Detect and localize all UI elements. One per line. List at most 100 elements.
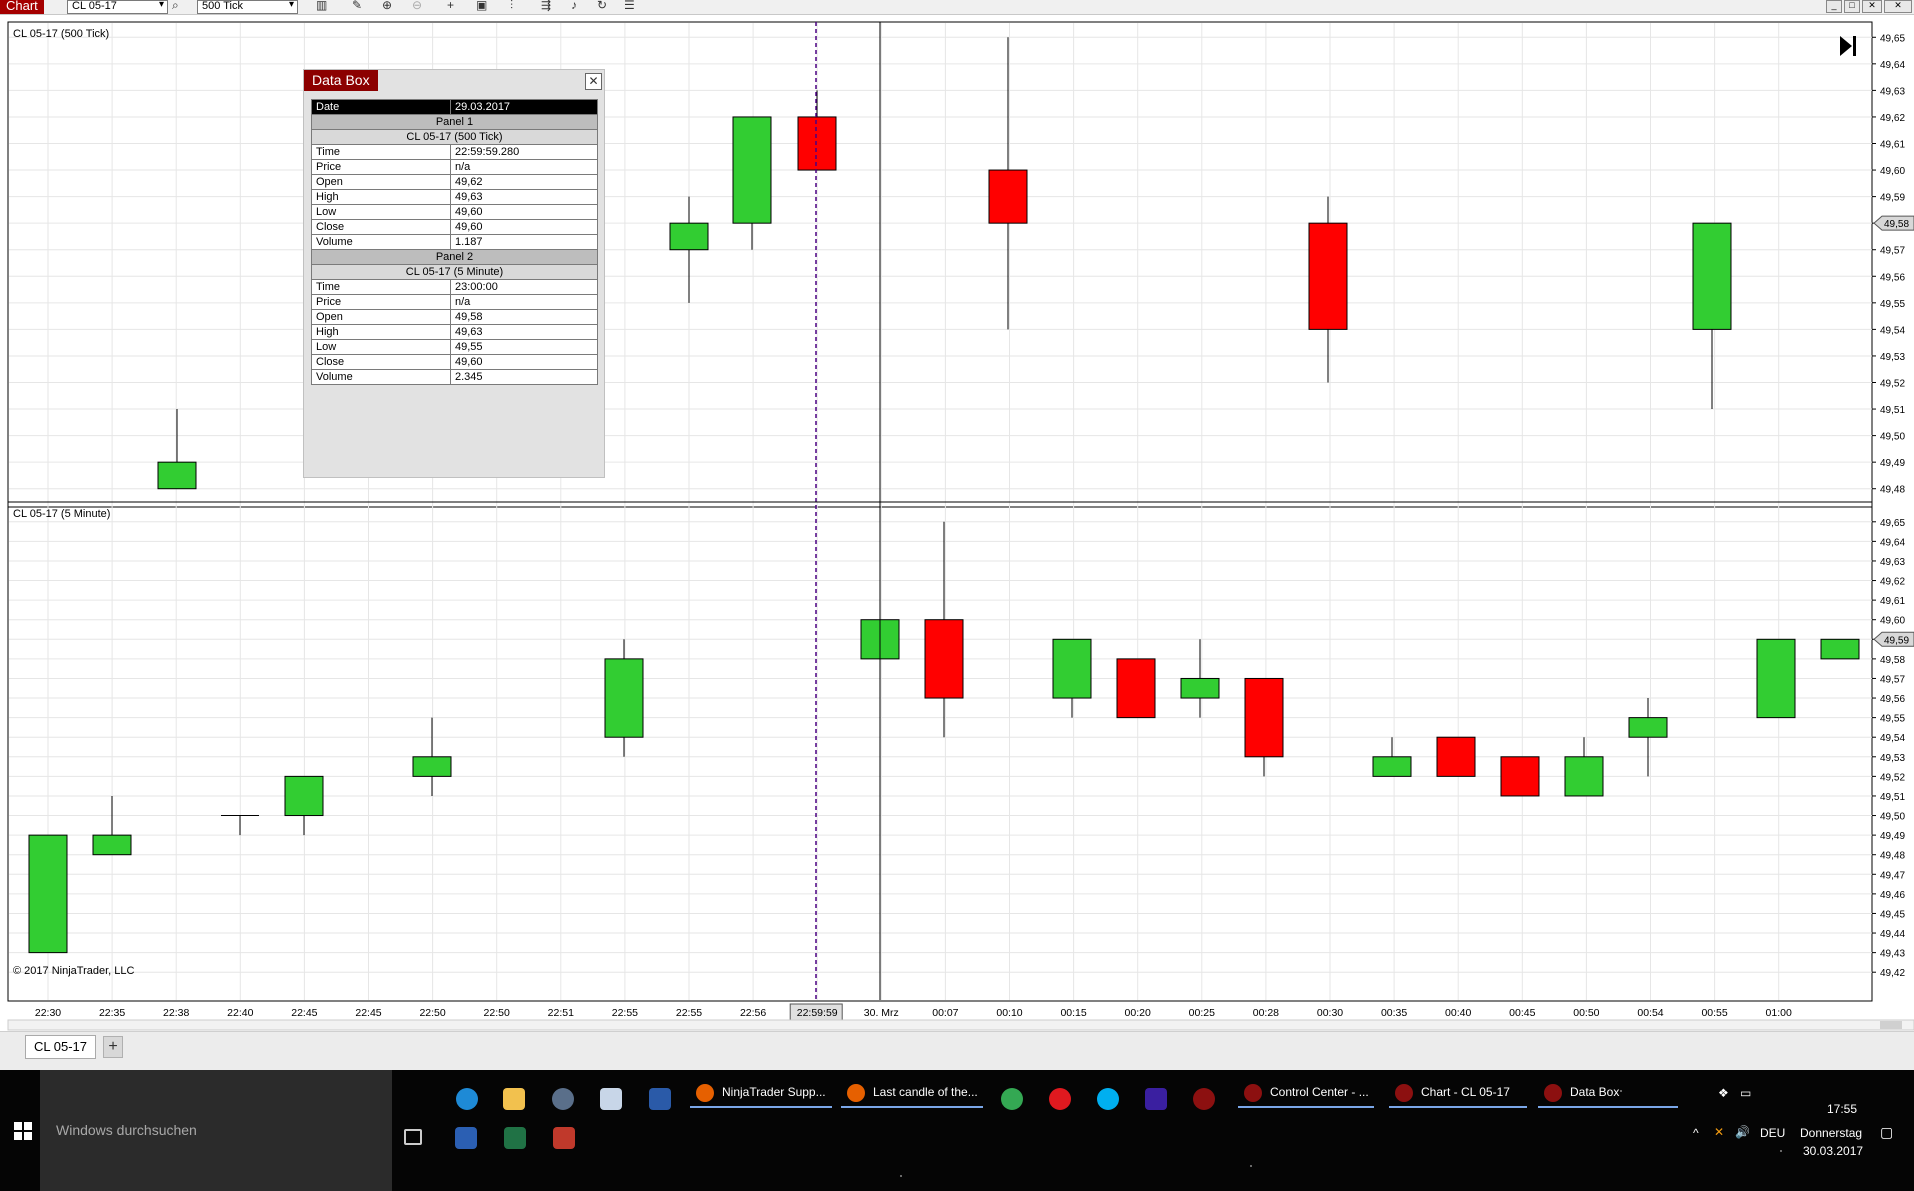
taskbar-app-firefox-ninjatrader[interactable]: NinjaTrader Supp... [690,1078,832,1108]
taskbar-app-chart[interactable]: Chart - CL 05-17 [1389,1078,1527,1108]
ninjatrader-icon [1244,1083,1262,1102]
display-icon[interactable]: ▭ [1740,1086,1751,1100]
candle-body [92,834,132,856]
table-row: Open 49,58 [311,309,598,325]
time-tick-label: 22:40 [227,1007,253,1019]
lock-icon[interactable] [552,1088,574,1110]
interval-value: 500 Tick [202,0,243,12]
table-row: Close 49,60 [311,354,598,370]
chart-canvas[interactable]: 49,6549,6449,6349,6249,6149,6049,5949,58… [0,14,1914,1031]
taskbar-app-firefox-last-candle[interactable]: Last candle of the... [841,1078,983,1108]
row-key: Open [311,174,451,190]
app-label: NinjaTrader Supp... [722,1085,826,1099]
windows-start-icon[interactable] [14,1122,32,1140]
time-tick-label: 22:50 [484,1007,510,1019]
tab-cl-05-17[interactable]: CL 05-17 [25,1035,96,1059]
panel1-section: Panel 1 [311,114,598,130]
panel1-series: CL 05-17 (500 Tick) [311,129,598,145]
price-tick-label: 49,43 [1880,949,1905,960]
ninjatrader-icon[interactable] [1193,1088,1215,1110]
zoom-in-icon[interactable]: ⊕ [382,0,392,11]
close-icon[interactable]: ✕ [585,73,602,90]
dropbox-icon[interactable]: ❖ [1718,1086,1729,1100]
word-icon[interactable] [455,1127,477,1149]
table-row: Volume 2.345 [311,369,598,385]
row-value: 22:59:59.280 [450,144,598,160]
skype-icon[interactable] [1097,1088,1119,1110]
candle-body [1052,638,1092,699]
windows-app-icon[interactable] [553,1127,575,1149]
search-placeholder: Windows durchsuchen [56,1122,197,1138]
taskbar-app-data-box[interactable]: Data Box [1538,1078,1678,1108]
interval-selector[interactable]: 500 Tick ▾ [197,0,298,14]
time-tick-label: 00:15 [1060,1007,1086,1019]
maximize-icon[interactable]: □ [1844,0,1860,13]
instrument-selector[interactable]: CL 05-17 ▾ [67,0,168,14]
candle-body [1756,638,1796,719]
time-tick-label: 22:50 [419,1007,445,1019]
network-alert-icon[interactable]: ✕ [1714,1125,1724,1139]
crosshair-icon[interactable]: + [447,0,454,11]
app-icon[interactable] [1145,1088,1167,1110]
price-tick-label: 49,65 [1880,518,1905,529]
data-box-title[interactable]: Data Box [304,70,378,91]
drawing-tools-icon[interactable]: ♪ [571,0,577,11]
excel-icon[interactable] [504,1127,526,1149]
edge-icon[interactable] [456,1088,478,1110]
chevron-up-icon[interactable]: ^ [1693,1126,1699,1140]
taskbar-search-box[interactable]: Windows durchsuchen [40,1070,392,1191]
taskbar-app-control-center[interactable]: Control Center - ... [1238,1078,1374,1108]
language-indicator[interactable]: DEU [1760,1126,1785,1140]
chart-window-tab[interactable]: Chart [0,0,44,14]
notification-icon[interactable]: ▢ [1880,1124,1893,1141]
task-view-icon[interactable] [404,1129,422,1145]
window-close-icon[interactable]: ✕ [1884,0,1912,13]
folder-icon[interactable] [600,1088,622,1110]
minimize-icon[interactable]: _ [1826,0,1842,13]
table-row: Price n/a [311,159,598,175]
search-icon[interactable]: ⌕ [172,0,179,11]
close-icon[interactable]: ✕ [1862,0,1882,13]
candle-body [604,658,644,738]
data-box-window[interactable]: Data Box ✕ Date 29.03.2017 Panel 1 CL 05… [303,69,605,478]
volume-icon[interactable]: 🔊 [1735,1125,1750,1139]
bar-type-icon[interactable]: ▥ [316,0,327,11]
indicators-icon[interactable]: ⇶ [541,0,551,11]
time-tick-label: 22:55 [676,1007,702,1019]
properties-icon[interactable]: ☰ [624,0,635,11]
row-value: n/a [450,159,598,175]
price-tick-label: 49,61 [1880,140,1905,151]
background-star [1250,1165,1252,1167]
current-price-label: 49,58 [1884,219,1909,230]
price-tick-label: 49,56 [1880,272,1905,283]
time-tick-label: 22:35 [99,1007,125,1019]
opera-icon[interactable] [1049,1088,1071,1110]
ninjatrader-icon [1395,1083,1413,1102]
candle-body [284,775,324,817]
time-tick-label: 00:20 [1125,1007,1151,1019]
remote-icon[interactable] [649,1088,671,1110]
chart-toolbar: Chart CL 05-17 ▾ ⌕ 500 Tick ▾ ▥ ✎ ⊕ ⊖ + … [0,0,1914,15]
candle-body [924,619,964,699]
table-row: Volume 1.187 [311,234,598,250]
current-price-label: 49,59 [1884,635,1909,646]
price-tick-label: 49,63 [1880,557,1905,568]
time-tick-label: 00:07 [932,1007,958,1019]
price-tick-label: 49,45 [1880,909,1905,920]
add-tab-button[interactable]: + [103,1036,123,1058]
price-tick-label: 49,57 [1880,674,1905,685]
reload-icon[interactable]: ↻ [597,0,607,11]
candle-body [1564,756,1604,797]
panel2-frame [7,506,1873,1002]
pencil-icon[interactable]: ✎ [352,0,362,11]
zoom-out-icon[interactable]: ⊖ [412,0,422,11]
time-tick-label: 22:51 [548,1007,574,1019]
panel2-title: CL 05-17 (5 Minute) [13,508,111,520]
chrome-icon[interactable] [1001,1088,1023,1110]
strategies-icon[interactable]: ⫶ [510,0,513,11]
price-tick-label: 49,47 [1880,870,1905,881]
snapshot-icon[interactable]: ▣ [476,0,487,11]
table-row: High 49,63 [311,189,598,205]
file-explorer-icon[interactable] [503,1088,525,1110]
time-tick-label: 00:28 [1253,1007,1279,1019]
